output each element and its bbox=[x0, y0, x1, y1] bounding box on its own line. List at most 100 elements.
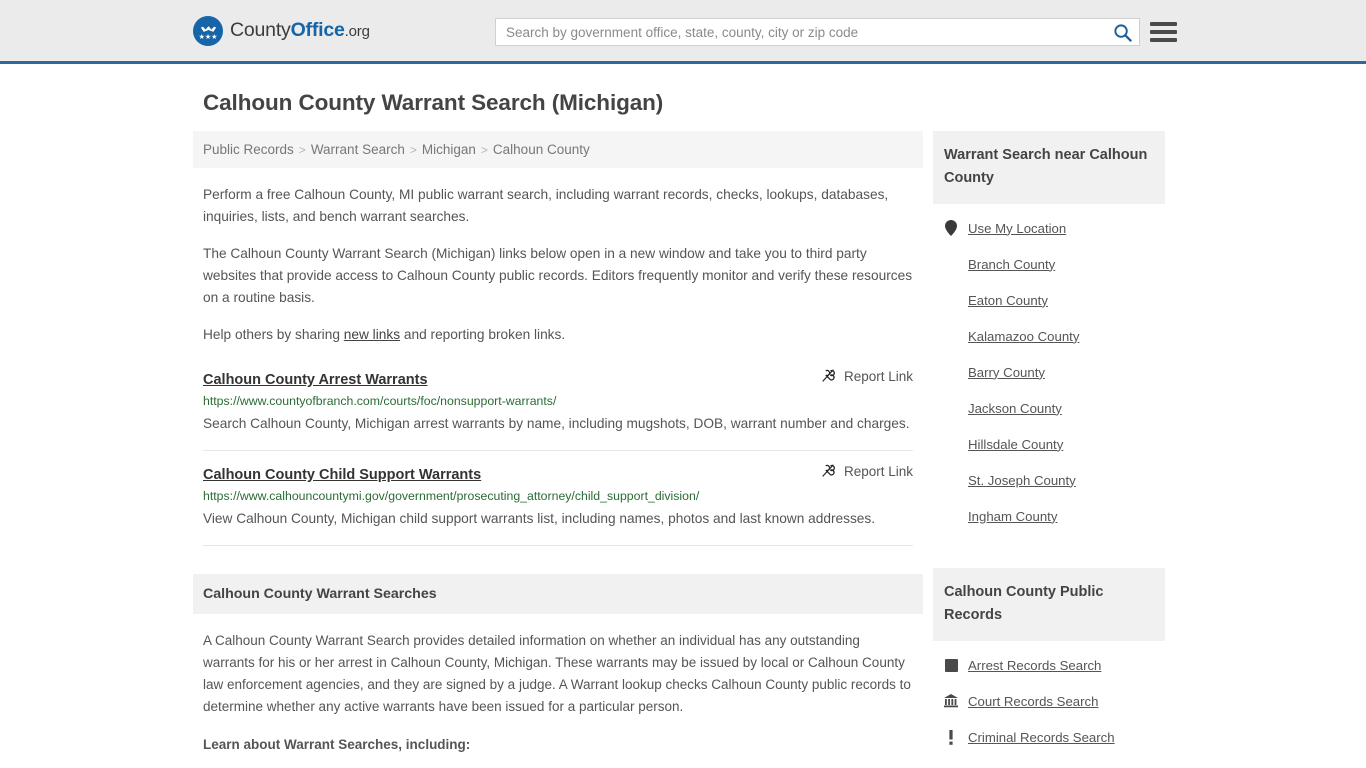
logo-text-office: Office bbox=[290, 19, 345, 41]
intro-paragraph-2: The Calhoun County Warrant Search (Michi… bbox=[203, 246, 913, 305]
new-links-link[interactable]: new links bbox=[344, 327, 400, 342]
nearby-county-link[interactable]: Use My Location bbox=[968, 221, 1066, 236]
nearby-county-link[interactable]: Kalamazoo County bbox=[968, 329, 1079, 344]
public-records-link-list: Arrest Records Search Court Records Searc… bbox=[933, 641, 1165, 768]
nearby-county-link[interactable]: Jackson County bbox=[968, 401, 1062, 416]
breadcrumb-separator: > bbox=[480, 142, 488, 157]
blank-icon bbox=[944, 400, 958, 416]
section-bullet-list: How to perform warrant searches online bbox=[203, 764, 913, 768]
section-body: A Calhoun County Warrant Search provides… bbox=[203, 630, 913, 768]
blank-icon bbox=[944, 436, 958, 452]
report-link-label: Report Link bbox=[843, 463, 913, 479]
breadcrumb: Public Records > Warrant Search > Michigan > C… bbox=[193, 131, 923, 168]
blank-icon bbox=[944, 364, 958, 380]
nearby-county-link[interactable]: Eaton County bbox=[968, 293, 1048, 308]
nearby-county-link[interactable]: Branch County bbox=[968, 257, 1055, 272]
breadcrumb-item-3[interactable]: Michigan bbox=[422, 142, 476, 157]
breadcrumb-item-2[interactable]: Warrant Search bbox=[311, 142, 405, 157]
blank-icon bbox=[944, 508, 958, 524]
result-item: Calhoun County Child Support Warrants Rep… bbox=[203, 463, 913, 546]
nearby-county-row[interactable]: Kalamazoo County bbox=[944, 318, 1165, 354]
logo-text-county: County bbox=[230, 19, 291, 41]
intro-section: Perform a free Calhoun County, MI public… bbox=[193, 184, 923, 346]
warrant-searches-section: Calhoun County Warrant Searches A Calhou… bbox=[193, 574, 923, 768]
nearby-county-row[interactable]: Branch County bbox=[944, 246, 1165, 282]
public-record-link[interactable]: Criminal Records Search bbox=[968, 730, 1115, 745]
section-paragraph: A Calhoun County Warrant Search provides… bbox=[203, 633, 911, 714]
exclamation-icon bbox=[944, 729, 958, 745]
result-list: Calhoun County Arrest Warrants Report Lin… bbox=[193, 368, 923, 546]
nearby-county-row[interactable]: St. Joseph County bbox=[944, 462, 1165, 498]
nearby-county-link[interactable]: Ingham County bbox=[968, 509, 1057, 524]
intro-p3-before: Help others by sharing bbox=[203, 327, 344, 342]
content-columns: Public Records > Warrant Search > Michigan > C… bbox=[193, 131, 1366, 768]
public-record-link[interactable]: Arrest Records Search bbox=[968, 658, 1101, 673]
breadcrumb-separator: > bbox=[298, 142, 306, 157]
fingerprint-square-icon bbox=[944, 657, 958, 673]
section-heading: Calhoun County Warrant Searches bbox=[193, 574, 923, 614]
nearby-county-link[interactable]: Barry County bbox=[968, 365, 1045, 380]
nearby-heading: Warrant Search near Calhoun County bbox=[933, 131, 1165, 204]
public-record-row[interactable]: Criminal Records Search bbox=[944, 719, 1165, 755]
courthouse-icon bbox=[944, 693, 958, 709]
page-container: Calhoun County Warrant Search (Michigan)… bbox=[0, 90, 1366, 768]
blank-icon bbox=[944, 472, 958, 488]
search-bar[interactable] bbox=[495, 18, 1140, 46]
result-title-link[interactable]: Calhoun County Child Support Warrants bbox=[203, 467, 481, 483]
public-record-row[interactable]: Arrest Records Search bbox=[944, 647, 1165, 683]
intro-p3-after: and reporting broken links. bbox=[400, 327, 566, 342]
report-link-button[interactable]: Report Link bbox=[808, 463, 913, 479]
public-records-heading: Calhoun County Public Records bbox=[933, 568, 1165, 641]
breadcrumb-separator: > bbox=[409, 142, 417, 157]
intro-paragraph-3: Help others by sharing new links and rep… bbox=[203, 324, 913, 346]
menu-bar-2 bbox=[1150, 30, 1177, 34]
menu-bar-3 bbox=[1150, 38, 1177, 42]
result-url: https://www.countyofbranch.com/courts/fo… bbox=[203, 394, 557, 408]
nearby-county-row[interactable]: Hillsdale County bbox=[944, 426, 1165, 462]
nearby-link-list: Use My Location Branch County Eaton County… bbox=[933, 204, 1165, 534]
intro-paragraph-1: Perform a free Calhoun County, MI public… bbox=[203, 187, 889, 224]
nearby-county-row[interactable]: Use My Location bbox=[944, 210, 1165, 246]
nearby-county-row[interactable]: Barry County bbox=[944, 354, 1165, 390]
logo-wordmark: CountyOffice.org bbox=[230, 19, 370, 42]
site-header: ★★★ CountyOffice.org bbox=[0, 0, 1366, 64]
nearby-county-row[interactable]: Eaton County bbox=[944, 282, 1165, 318]
result-url: https://www.calhouncountymi.gov/governme… bbox=[203, 489, 700, 503]
section-bullet: How to perform warrant searches online bbox=[235, 764, 913, 768]
broken-link-icon bbox=[822, 369, 835, 382]
nearby-warrant-search-box: Warrant Search near Calhoun County Use M… bbox=[933, 131, 1165, 534]
result-description: View Calhoun County, Michigan child supp… bbox=[203, 511, 876, 526]
magnifier-icon bbox=[1113, 23, 1132, 42]
breadcrumb-item-1[interactable]: Public Records bbox=[203, 142, 294, 157]
blank-icon bbox=[944, 328, 958, 344]
result-header: Calhoun County Arrest Warrants Report Lin… bbox=[203, 368, 913, 389]
nearby-county-row[interactable]: Jackson County bbox=[944, 390, 1165, 426]
menu-bar-1 bbox=[1150, 22, 1177, 26]
eagle-seal-icon: ★★★ bbox=[193, 15, 223, 46]
result-item: Calhoun County Arrest Warrants Report Lin… bbox=[203, 368, 913, 451]
result-header: Calhoun County Child Support Warrants Rep… bbox=[203, 463, 913, 484]
report-link-button[interactable]: Report Link bbox=[808, 368, 913, 384]
section-subheading: Learn about Warrant Searches, including: bbox=[203, 737, 471, 752]
stars-glyph: ★★★ bbox=[198, 33, 218, 41]
nearby-county-row[interactable]: Ingham County bbox=[944, 498, 1165, 534]
hamburger-menu-icon[interactable] bbox=[1150, 19, 1177, 45]
result-title-link[interactable]: Calhoun County Arrest Warrants bbox=[203, 372, 428, 388]
report-link-label: Report Link bbox=[843, 368, 913, 384]
nearby-county-link[interactable]: Hillsdale County bbox=[968, 437, 1063, 452]
nearby-county-link[interactable]: St. Joseph County bbox=[968, 473, 1076, 488]
result-description: Search Calhoun County, Michigan arrest w… bbox=[203, 416, 910, 431]
logo-text-org: .org bbox=[344, 23, 370, 40]
blank-icon bbox=[944, 292, 958, 308]
breadcrumb-item-4[interactable]: Calhoun County bbox=[493, 142, 590, 157]
public-record-link[interactable]: Court Records Search bbox=[968, 694, 1098, 709]
sidebar: Warrant Search near Calhoun County Use M… bbox=[933, 131, 1165, 768]
search-button[interactable] bbox=[1105, 19, 1139, 45]
page-title: Calhoun County Warrant Search (Michigan) bbox=[203, 90, 664, 115]
public-record-row[interactable]: Court Records Search bbox=[944, 683, 1165, 719]
broken-link-icon bbox=[822, 464, 835, 477]
search-input[interactable] bbox=[496, 19, 1105, 45]
site-logo[interactable]: ★★★ CountyOffice.org bbox=[193, 15, 370, 46]
main-column: Public Records > Warrant Search > Michigan > C… bbox=[193, 131, 923, 768]
public-record-row[interactable]: Driving Records Search bbox=[944, 755, 1165, 768]
